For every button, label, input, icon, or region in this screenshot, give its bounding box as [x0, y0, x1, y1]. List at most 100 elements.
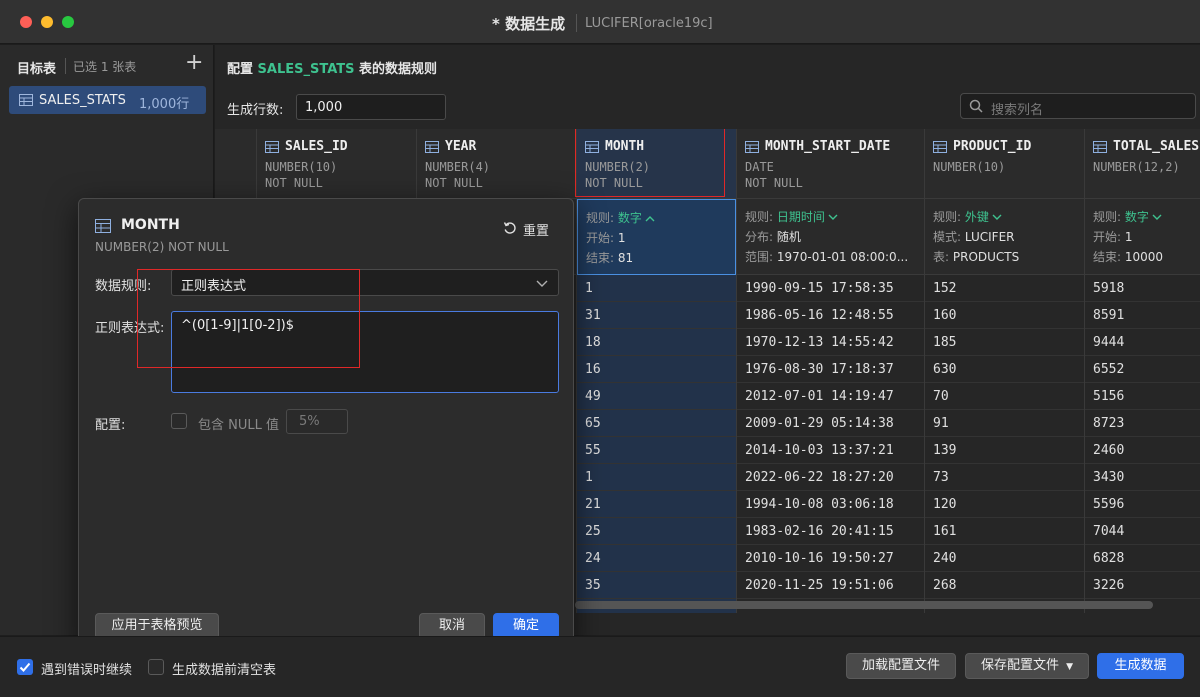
table-cell[interactable]: 1986-05-16 12:48:55 — [737, 302, 924, 329]
table-cell[interactable]: 3226 — [1085, 572, 1200, 599]
horizontal-scrollbar[interactable] — [575, 601, 1153, 609]
table-cell[interactable]: 9444 — [1085, 329, 1200, 356]
rule-key: 范围: — [745, 250, 774, 264]
table-cell[interactable]: 3430 — [1085, 464, 1200, 491]
table-cell[interactable]: 268 — [925, 572, 1084, 599]
table-cell[interactable]: 152 — [925, 275, 1084, 302]
table-cell[interactable]: 5156 — [1085, 383, 1200, 410]
column-header[interactable]: YEAR NUMBER(4) NOT NULL — [417, 129, 576, 199]
column-header[interactable]: MONTH NUMBER(2) NOT NULL — [577, 129, 736, 199]
table-cell[interactable]: 31 — [577, 302, 736, 329]
table-cell[interactable]: 240 — [925, 545, 1084, 572]
column-nullable: NOT NULL — [745, 176, 803, 190]
table-cell[interactable]: 1994-10-08 03:06:18 — [737, 491, 924, 518]
table-cell[interactable]: 7044 — [1085, 518, 1200, 545]
table-cell[interactable]: 73 — [925, 464, 1084, 491]
column-search-input[interactable]: 搜索列名 — [960, 93, 1196, 119]
clear-before-checkbox[interactable] — [148, 659, 164, 675]
table-cell[interactable]: 6552 — [1085, 356, 1200, 383]
rule-key: 规则: — [586, 211, 615, 225]
table-cell[interactable]: 16 — [577, 356, 736, 383]
rule-value[interactable]: 日期时间 — [777, 210, 825, 224]
column-header[interactable]: MONTH_START_DATE DATE NOT NULL — [737, 129, 924, 199]
rule-key: 规则: — [745, 210, 774, 224]
table-cell[interactable]: 2012-07-01 14:19:47 — [737, 383, 924, 410]
sidebar-item-sales-stats[interactable]: SALES_STATS 1,000行 — [9, 86, 206, 114]
plus-icon[interactable]: + — [185, 52, 203, 74]
column-header[interactable]: TOTAL_SALES NUMBER(12,2) — [1085, 129, 1200, 199]
table-cell[interactable]: 139 — [925, 437, 1084, 464]
rule-value: PRODUCTS — [952, 250, 1020, 264]
search-placeholder: 搜索列名 — [991, 103, 1044, 118]
column-month-start-date[interactable]: MONTH_START_DATE DATE NOT NULL 规则: 日期时间 分布: … — [737, 129, 925, 613]
table-cell[interactable]: 1 — [577, 275, 736, 302]
chevron-down-icon[interactable] — [1149, 210, 1162, 224]
table-cell[interactable]: 1983-02-16 20:41:15 — [737, 518, 924, 545]
generate-button[interactable]: 生成数据 — [1097, 653, 1184, 679]
table-cell[interactable]: 630 — [925, 356, 1084, 383]
reset-button[interactable]: 重置 — [503, 220, 549, 239]
column-rule-summary[interactable]: 规则: 外键 模式: LUCIFER 表: PRODUCTS — [925, 199, 1084, 275]
table-cell[interactable]: 21 — [577, 491, 736, 518]
column-total-sales[interactable]: TOTAL_SALES NUMBER(12,2) 规则: 数字 开始: 1 结束: 10… — [1085, 129, 1200, 613]
table-cell[interactable]: 161 — [925, 518, 1084, 545]
rule-value[interactable]: 数字 — [1125, 210, 1149, 224]
chevron-down-icon[interactable] — [825, 210, 838, 224]
table-cell[interactable]: 1970-12-13 14:55:42 — [737, 329, 924, 356]
minimize-window-button[interactable] — [41, 16, 53, 28]
include-null-checkbox[interactable] — [171, 413, 187, 429]
table-cell[interactable]: 2014-10-03 13:37:21 — [737, 437, 924, 464]
table-cell[interactable]: 24 — [577, 545, 736, 572]
column-rule-summary[interactable]: 规则: 数字 开始: 1 结束: 81 — [577, 199, 736, 275]
table-cell[interactable]: 185 — [925, 329, 1084, 356]
rule-line: 规则: 日期时间 — [745, 208, 838, 225]
table-cell[interactable]: 5596 — [1085, 491, 1200, 518]
table-cell[interactable]: 2460 — [1085, 437, 1200, 464]
chevron-down-icon[interactable] — [989, 210, 1002, 224]
table-cell[interactable]: 2010-10-16 19:50:27 — [737, 545, 924, 572]
column-header[interactable]: PRODUCT_ID NUMBER(10) — [925, 129, 1084, 199]
rule-value[interactable]: 外键 — [965, 210, 989, 224]
regex-textarea[interactable]: ^(0[1-9]|1[0-2])$ — [171, 311, 559, 393]
table-cell[interactable]: 120 — [925, 491, 1084, 518]
column-rule-summary[interactable]: 规则: 数字 开始: 1 结束: 10000 — [1085, 199, 1200, 275]
table-cell[interactable]: 1990-09-15 17:58:35 — [737, 275, 924, 302]
rule-select[interactable]: 正则表达式 — [171, 269, 559, 296]
table-cell[interactable]: 65 — [577, 410, 736, 437]
column-month[interactable]: MONTH NUMBER(2) NOT NULL 规则: 数字 开始: 1 结束: 81 1… — [577, 129, 737, 613]
rule-value[interactable]: 数字 — [618, 211, 642, 225]
close-window-button[interactable] — [20, 16, 32, 28]
table-cell[interactable]: 55 — [577, 437, 736, 464]
table-cell[interactable]: 2009-01-29 05:14:38 — [737, 410, 924, 437]
table-cell[interactable]: 49 — [577, 383, 736, 410]
table-cell[interactable]: 25 — [577, 518, 736, 545]
table-cell[interactable]: 5918 — [1085, 275, 1200, 302]
table-cell[interactable]: 1 — [577, 464, 736, 491]
config-label: 配置: — [95, 418, 126, 433]
column-icon — [95, 219, 111, 237]
column-header[interactable]: SALES_ID NUMBER(10) NOT NULL — [257, 129, 416, 199]
chevron-up-icon[interactable] — [642, 211, 655, 225]
null-percent-input[interactable]: 5% — [286, 409, 348, 434]
table-cell[interactable]: 2020-11-25 19:51:06 — [737, 572, 924, 599]
table-cell[interactable]: 1976-08-30 17:18:37 — [737, 356, 924, 383]
rule-key: 表: — [933, 250, 950, 264]
table-cell[interactable]: 2022-06-22 18:27:20 — [737, 464, 924, 491]
table-cell[interactable]: 35 — [577, 572, 736, 599]
table-cell[interactable]: 6828 — [1085, 545, 1200, 572]
load-config-button[interactable]: 加载配置文件 — [846, 653, 956, 679]
rule-line: 规则: 数字 — [1093, 208, 1162, 225]
table-cell[interactable]: 160 — [925, 302, 1084, 329]
save-config-button[interactable]: 保存配置文件 ▼ — [965, 653, 1089, 679]
table-cell[interactable]: 91 — [925, 410, 1084, 437]
maximize-window-button[interactable] — [62, 16, 74, 28]
table-cell[interactable]: 8591 — [1085, 302, 1200, 329]
table-cell[interactable]: 8723 — [1085, 410, 1200, 437]
table-cell[interactable]: 18 — [577, 329, 736, 356]
column-product-id[interactable]: PRODUCT_ID NUMBER(10) 规则: 外键 模式: LUCIFER 表: … — [925, 129, 1085, 613]
row-count-input[interactable]: 1,000 — [296, 94, 446, 120]
table-cell[interactable]: 70 — [925, 383, 1084, 410]
rule-key: 模式: — [933, 230, 962, 244]
column-rule-summary[interactable]: 规则: 日期时间 分布: 随机 范围: 1970-01-01 08:00:0... — [737, 199, 924, 275]
continue-on-error-checkbox[interactable] — [17, 659, 33, 675]
